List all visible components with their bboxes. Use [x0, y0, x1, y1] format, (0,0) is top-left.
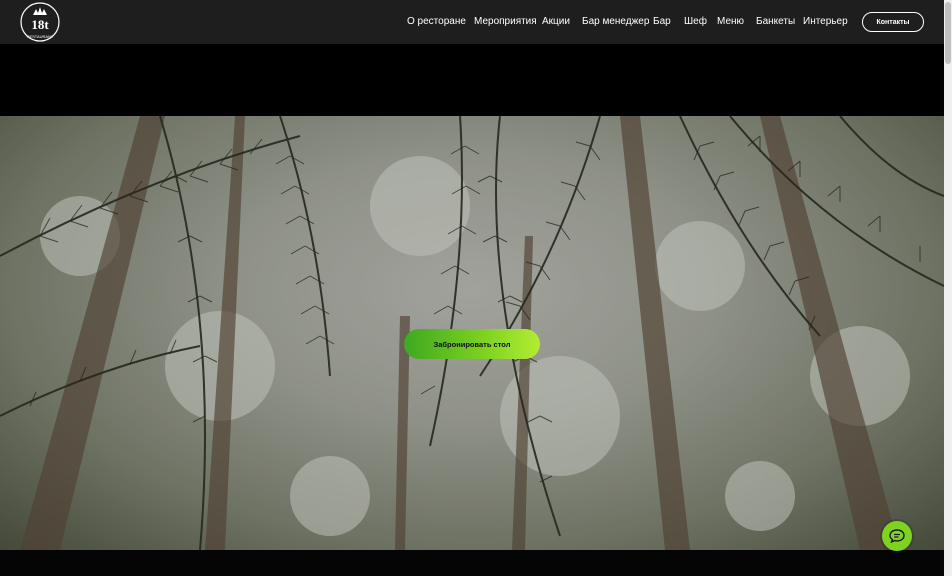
scrollbar-thumb[interactable] [945, 2, 951, 64]
nav-item-interior[interactable]: Интерьер [803, 16, 848, 28]
nav-item-bar[interactable]: Бар [653, 16, 671, 28]
nav-item-menu[interactable]: Меню [717, 16, 744, 28]
hero-section: Забронировать стол [0, 116, 944, 550]
nav-item-events[interactable]: Мероприятия [474, 16, 537, 28]
nav-item-promotions[interactable]: Акции [542, 16, 570, 28]
chat-bubble-icon [889, 529, 905, 543]
nav-item-chef[interactable]: Шеф [684, 16, 707, 28]
chat-button[interactable] [882, 521, 912, 551]
main-nav: О ресторане Мероприятия Акции Бар менедж… [0, 0, 944, 44]
book-table-button[interactable]: Забронировать стол [404, 329, 540, 359]
site-header: 18t RESTAURANT О ресторане Мероприятия А… [0, 0, 944, 44]
nav-item-about[interactable]: О ресторане [407, 16, 466, 28]
contacts-button[interactable]: Контакты [862, 12, 924, 32]
page-scrollbar[interactable] [944, 0, 952, 576]
nav-item-banquets[interactable]: Банкеты [756, 16, 795, 28]
top-black-band [0, 44, 944, 116]
bottom-black-band [0, 550, 944, 576]
nav-item-bar-manager[interactable]: Бар менеджер [582, 16, 649, 28]
